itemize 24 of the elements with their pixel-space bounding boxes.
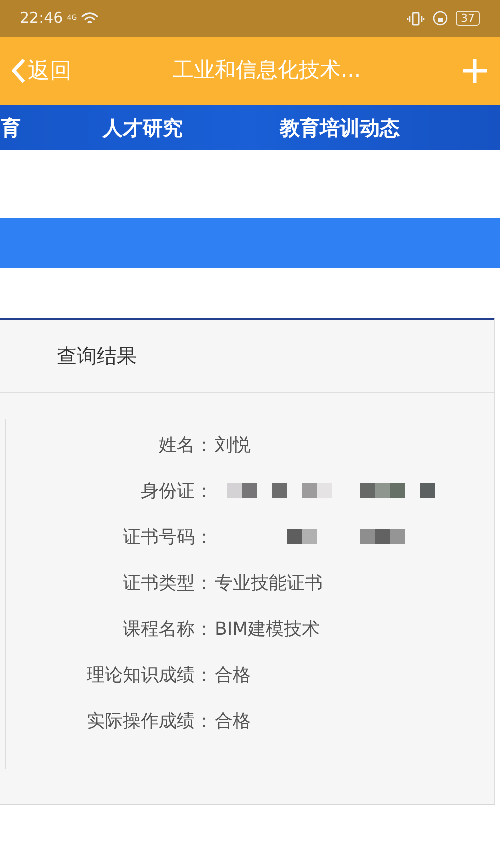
battery-indicator: 37	[456, 11, 480, 26]
field-label: 姓名：	[158, 434, 213, 458]
page-title: 工业和信息化技术...	[172, 57, 362, 84]
plus-icon[interactable]	[462, 58, 488, 84]
field-label: 理论知识成绩：	[86, 664, 213, 688]
status-time: 22:46	[20, 8, 64, 30]
chevron-left-icon	[12, 58, 26, 84]
vibrate-icon	[407, 12, 425, 26]
field-label: 证书类型：	[122, 572, 213, 596]
field-value: 刘悦	[215, 434, 251, 458]
field-label: 课程名称：	[122, 618, 213, 642]
nav-item[interactable]: 教育培训动态	[280, 112, 400, 142]
field-value: BIM建模技术	[215, 618, 320, 642]
field-label: 实际操作成绩：	[86, 710, 213, 734]
nav-item[interactable]: 人才研究	[103, 112, 280, 142]
field-label: 身份证：	[140, 480, 213, 504]
field-value: 合格	[215, 664, 251, 688]
result-title: 查询结果	[57, 343, 137, 370]
lock-rotation-icon	[433, 11, 448, 26]
nav-item[interactable]: 育	[0, 112, 103, 142]
wifi-icon	[81, 12, 100, 26]
field-value: 合格	[215, 710, 251, 734]
field-label: 证书号码：	[122, 526, 213, 550]
field-value: 专业技能证书	[215, 572, 323, 596]
